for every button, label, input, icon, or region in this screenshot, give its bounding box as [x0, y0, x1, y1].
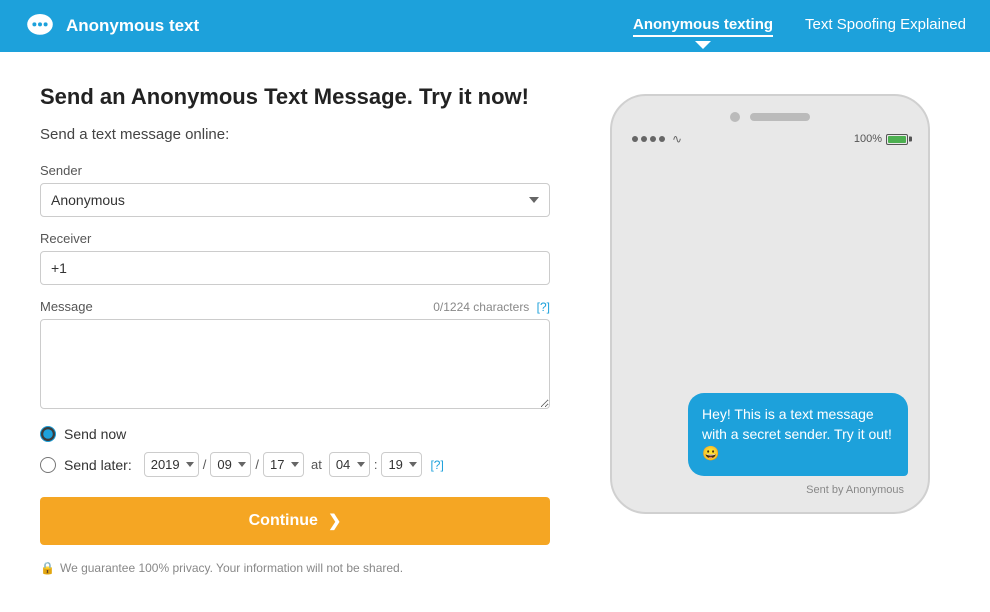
- nav-text-spoofing[interactable]: Text Spoofing Explained: [805, 16, 966, 37]
- phone-status-bar: ∿ 100%: [624, 132, 916, 146]
- message-textarea[interactable]: [40, 319, 550, 409]
- sender-label: Sender: [40, 163, 550, 178]
- sender-group: Sender Anonymous: [40, 163, 550, 217]
- left-panel: Send an Anonymous Text Message. Try it n…: [40, 84, 550, 575]
- message-header: Message 0/1224 characters [?]: [40, 299, 550, 314]
- sep-colon: :: [374, 457, 378, 472]
- phone-top: [624, 112, 916, 122]
- page-title: Send an Anonymous Text Message. Try it n…: [40, 84, 550, 110]
- sep-slash-1: /: [203, 457, 207, 472]
- char-count-text: 0/1224 characters: [433, 300, 529, 314]
- phone-speaker: [750, 113, 810, 121]
- message-bubble-text: Hey! This is a text message with a secre…: [702, 406, 892, 461]
- privacy-text: We guarantee 100% privacy. Your informat…: [60, 561, 403, 575]
- continue-label: Continue: [249, 512, 318, 530]
- continue-button[interactable]: Continue ❯: [40, 497, 550, 545]
- dot-4: [659, 136, 665, 142]
- dot-3: [650, 136, 656, 142]
- day-select[interactable]: 17: [263, 452, 304, 477]
- receiver-input[interactable]: [40, 251, 550, 285]
- min-select[interactable]: 19: [381, 452, 422, 477]
- battery-percent: 100%: [854, 133, 882, 145]
- message-label: Message: [40, 299, 93, 314]
- lock-icon: 🔒: [40, 561, 55, 575]
- continue-arrow-icon: ❯: [328, 511, 341, 531]
- radio-group: Send now Send later: 2019 / 09 / 17: [40, 426, 550, 477]
- send-later-row: Send later: 2019 / 09 / 17 at 04: [40, 452, 550, 477]
- send-later-label: Send later:: [64, 457, 132, 473]
- month-select[interactable]: 09: [210, 452, 251, 477]
- send-now-radio[interactable]: [40, 426, 56, 442]
- privacy-note: 🔒 We guarantee 100% privacy. Your inform…: [40, 561, 550, 575]
- schedule-help-link[interactable]: [?]: [430, 458, 443, 472]
- main-content: Send an Anonymous Text Message. Try it n…: [0, 52, 990, 599]
- char-count: 0/1224 characters [?]: [433, 300, 550, 314]
- battery-fill: [888, 136, 906, 143]
- brand: Anonymous text: [24, 10, 199, 42]
- sender-select[interactable]: Anonymous: [40, 183, 550, 217]
- year-select[interactable]: 2019: [144, 452, 199, 477]
- nav-anonymous-texting[interactable]: Anonymous texting: [633, 16, 773, 37]
- subtitle: Send a text message online:: [40, 126, 550, 143]
- battery-icon: [886, 134, 908, 145]
- brand-name: Anonymous text: [66, 16, 199, 36]
- right-panel: ∿ 100% Hey! This is a text message with …: [590, 84, 950, 575]
- schedule-selects: 2019 / 09 / 17 at 04 : 1: [144, 452, 444, 477]
- signal-dots: ∿: [632, 132, 682, 146]
- send-later-radio[interactable]: [40, 457, 56, 473]
- dot-1: [632, 136, 638, 142]
- dot-2: [641, 136, 647, 142]
- brand-icon: [24, 10, 56, 42]
- receiver-label: Receiver: [40, 231, 550, 246]
- send-now-label: Send now: [64, 426, 126, 442]
- hour-select[interactable]: 04: [329, 452, 370, 477]
- message-group: Message 0/1224 characters [?]: [40, 299, 550, 412]
- char-help-link[interactable]: [?]: [537, 300, 550, 314]
- sep-slash-2: /: [255, 457, 259, 472]
- battery-area: 100%: [854, 133, 908, 145]
- sent-by: Sent by Anonymous: [632, 484, 908, 496]
- phone-camera: [730, 112, 740, 122]
- wifi-icon: ∿: [672, 132, 682, 146]
- navbar: Anonymous text Anonymous texting Text Sp…: [0, 0, 990, 52]
- message-bubble: Hey! This is a text message with a secre…: [688, 393, 908, 476]
- phone-mockup: ∿ 100% Hey! This is a text message with …: [610, 94, 930, 514]
- at-text: at: [311, 457, 322, 472]
- receiver-group: Receiver: [40, 231, 550, 285]
- send-now-row: Send now: [40, 426, 550, 442]
- chat-area: Hey! This is a text message with a secre…: [624, 156, 916, 496]
- nav-links: Anonymous texting Text Spoofing Explaine…: [633, 16, 966, 37]
